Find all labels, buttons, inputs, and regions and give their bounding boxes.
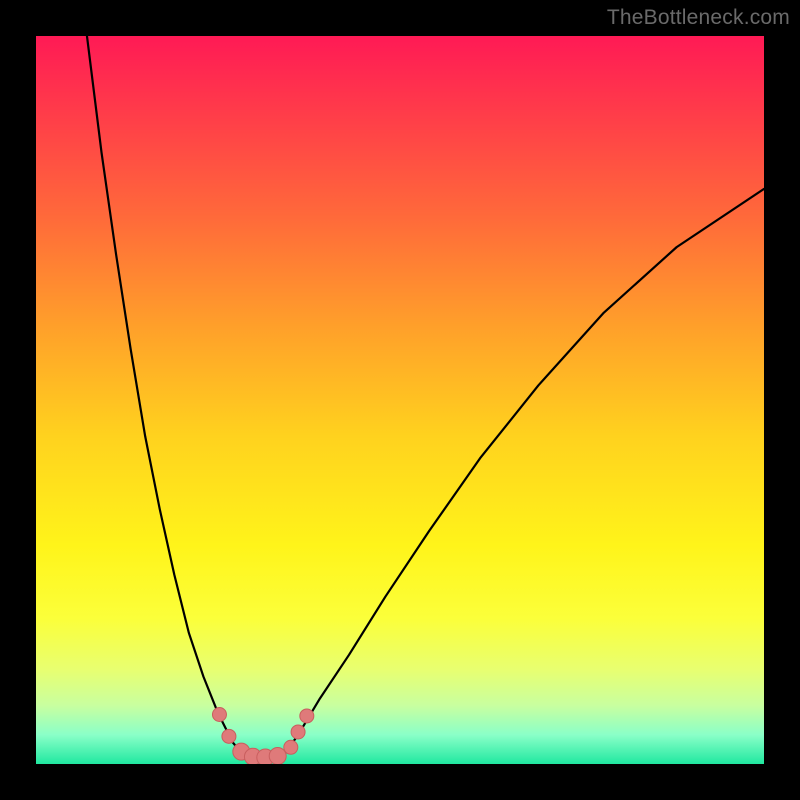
bottleneck-curve xyxy=(87,36,764,759)
watermark-text: TheBottleneck.com xyxy=(607,6,790,30)
data-marker xyxy=(284,740,298,754)
curve-svg xyxy=(36,36,764,764)
data-marker xyxy=(291,725,305,739)
marker-group xyxy=(212,708,313,765)
data-marker xyxy=(222,729,236,743)
curve-group xyxy=(87,36,764,759)
data-marker xyxy=(269,747,286,764)
data-marker xyxy=(212,708,226,722)
chart-frame: TheBottleneck.com xyxy=(0,0,800,800)
data-marker xyxy=(300,709,314,723)
plot-area xyxy=(36,36,764,764)
